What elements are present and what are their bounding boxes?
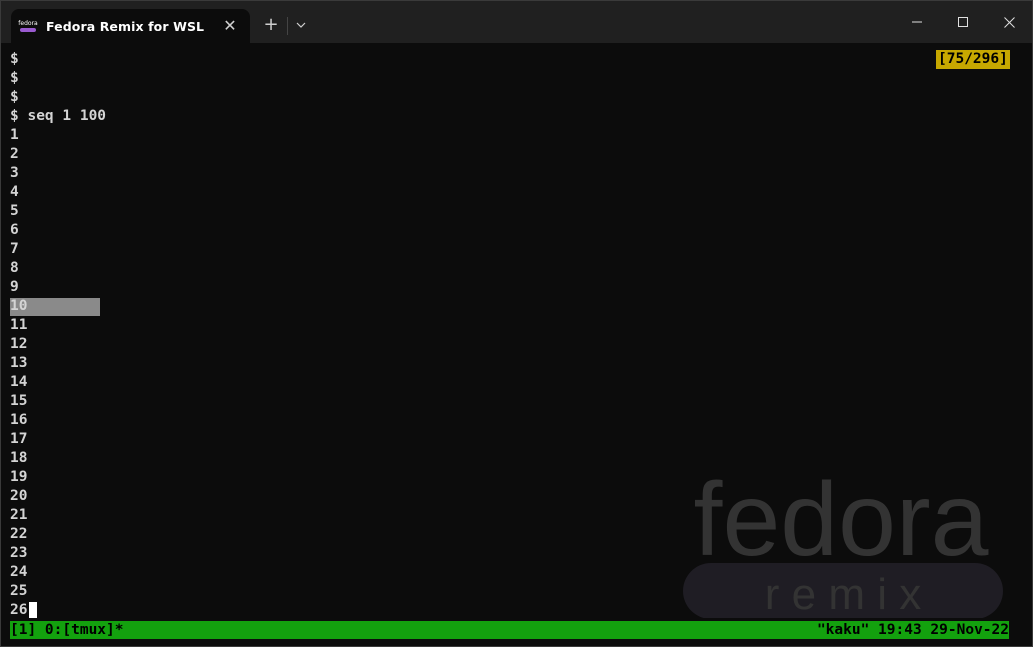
tab-title: Fedora Remix for WSL — [46, 18, 205, 34]
terminal-line: 13 — [10, 355, 28, 371]
close-window-button[interactable] — [986, 7, 1032, 37]
tmux-status-bar: [1] 0:[tmux]* "kaku" 19:43 29-Nov-22 — [10, 621, 1009, 639]
chevron-down-icon — [296, 22, 306, 28]
maximize-button[interactable] — [940, 7, 986, 37]
terminal-line: 11 — [10, 317, 28, 333]
watermark-sub: r e m i x — [765, 570, 921, 618]
terminal-line: 8 — [10, 260, 19, 276]
terminal-line: $ — [10, 51, 19, 67]
terminal-line: 25 — [10, 583, 28, 599]
status-host-time: "kaku" 19:43 29-Nov-22 — [816, 622, 1009, 638]
terminal-line: $ — [10, 89, 19, 105]
profile-dropdown-button[interactable] — [290, 13, 312, 37]
minimize-button[interactable] — [894, 7, 940, 37]
close-window-icon — [1003, 16, 1015, 28]
close-icon: ✕ — [223, 16, 237, 35]
terminal-line: 19 — [10, 469, 28, 485]
new-tab-button[interactable]: + — [259, 13, 283, 37]
terminal-line: 17 — [10, 431, 28, 447]
minimize-icon — [912, 21, 922, 23]
terminal-line: 24 — [10, 564, 28, 580]
title-bar: fedora Fedora Remix for WSL ✕ + — [1, 1, 1032, 43]
terminal-line: 5 — [10, 203, 19, 219]
text-cursor — [29, 602, 37, 618]
watermark-brand: fedora — [694, 463, 989, 578]
terminal-line: 21 — [10, 507, 28, 523]
tab-separator — [287, 17, 288, 35]
terminal-line: 23 — [10, 545, 28, 561]
maximize-icon — [958, 17, 968, 27]
close-tab-button[interactable]: ✕ — [220, 16, 240, 36]
terminal-line: $ — [10, 70, 19, 86]
terminal-line: $ seq 1 100 — [10, 108, 107, 124]
terminal-line: 9 — [10, 279, 19, 295]
status-window-list[interactable]: [1] 0:[tmux]* — [10, 621, 124, 639]
terminal-line: 22 — [10, 526, 28, 542]
terminal-line: 16 — [10, 412, 28, 428]
terminal-line: 1 — [10, 127, 19, 143]
fedora-remix-watermark: fedora r e m i x — [683, 463, 1003, 618]
terminal-line: 10 — [10, 298, 28, 314]
terminal-line: 4 — [10, 184, 19, 200]
tab-fedora-remix[interactable]: fedora Fedora Remix for WSL ✕ — [11, 9, 250, 43]
terminal-line: 26 — [10, 602, 28, 618]
terminal-line: 6 — [10, 222, 19, 238]
terminal-line: 12 — [10, 336, 28, 352]
terminal-line: 2 — [10, 146, 19, 162]
terminal-line: 3 — [10, 165, 19, 181]
terminal-output[interactable]: fedora r e m i x $ $ $ $ seq 1 100 1 2 3 4 5 6 7 8 9… — [1, 43, 1032, 618]
terminal-line: 20 — [10, 488, 28, 504]
terminal-line: 18 — [10, 450, 28, 466]
terminal-window: fedora Fedora Remix for WSL ✕ + fedora r… — [0, 0, 1033, 647]
terminal-line: 14 — [10, 374, 28, 390]
fedora-logo-icon: fedora — [18, 19, 38, 33]
plus-icon: + — [263, 14, 279, 35]
terminal-line: 7 — [10, 241, 19, 257]
terminal-line: 15 — [10, 393, 28, 409]
scroll-position-indicator: [75/296] — [936, 50, 1010, 69]
